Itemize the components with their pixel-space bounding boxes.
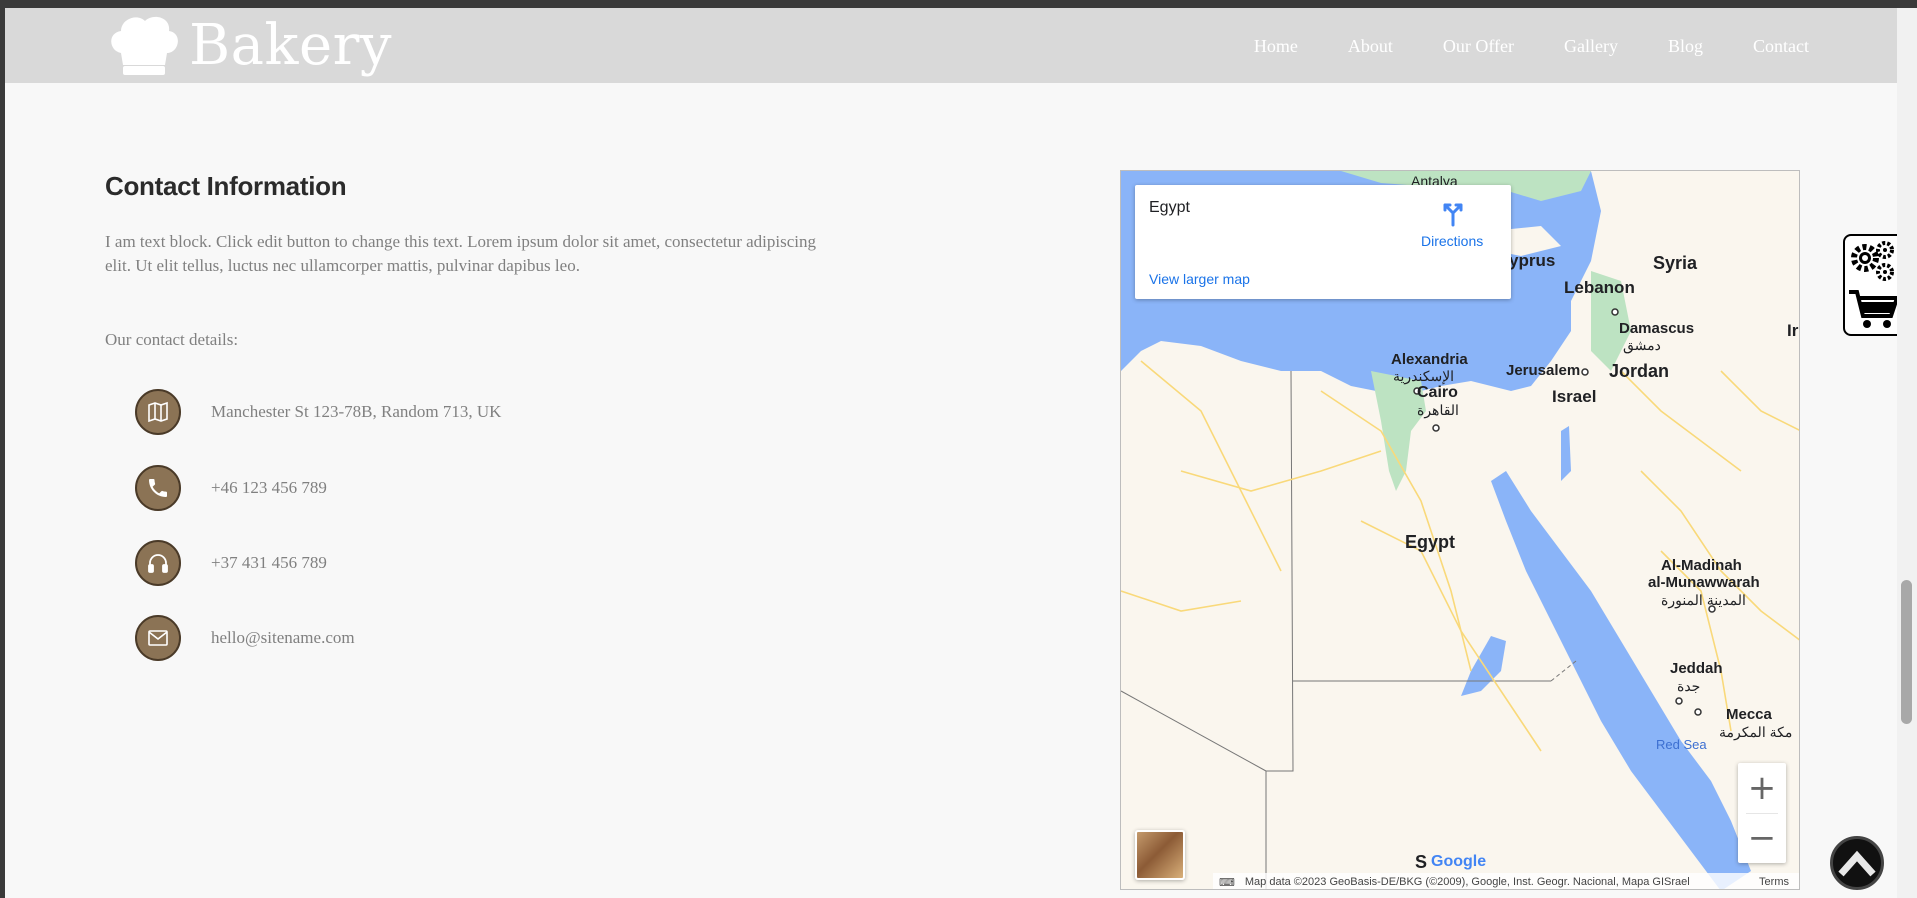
side-widget	[1843, 234, 1899, 336]
phone-icon	[135, 465, 181, 511]
nav-blog[interactable]: Blog	[1668, 36, 1703, 57]
map-label-damascus: Damascus	[1619, 320, 1695, 337]
map-label-egypt: Egypt	[1405, 532, 1456, 552]
contact-support-phone: +37 431 456 789	[211, 553, 327, 572]
contact-address: Manchester St 123-78B, Random 713, UK	[211, 402, 502, 421]
map-attribution: ⌨ Map data ©2023 GeoBasis-DE/BKG (©2009)…	[1213, 873, 1799, 889]
map-label-iraq: Ir	[1787, 321, 1799, 340]
map-icon	[135, 389, 181, 435]
main-nav: Home About Our Offer Gallery Blog Contac…	[1204, 36, 1809, 57]
nav-about[interactable]: About	[1348, 36, 1393, 57]
contact-email-row: hello@sitename.com	[135, 615, 355, 661]
view-larger-map-link[interactable]: View larger map	[1149, 271, 1250, 287]
map-label-jordan: Jordan	[1609, 361, 1670, 381]
keyboard-icon[interactable]: ⌨	[1219, 876, 1235, 889]
scrollbar-thumb[interactable]	[1901, 580, 1912, 724]
map-embed[interactable]: Antalya yprus Syria Lebanon Damascus دمش…	[1120, 170, 1800, 890]
chef-hat-icon	[111, 16, 178, 75]
gears-icon[interactable]	[1847, 238, 1899, 286]
map-label-jeddah: Jeddah	[1670, 660, 1723, 677]
map-attribution-text: Map data ©2023 GeoBasis-DE/BKG (©2009), …	[1244, 876, 1690, 888]
page-scrollbar[interactable]	[1897, 8, 1917, 898]
logo-text: Bakery	[189, 12, 393, 78]
headphones-icon	[135, 540, 181, 586]
logo[interactable]: Bakery	[105, 12, 392, 78]
contact-details-label: Our contact details:	[105, 330, 239, 349]
map-zoom-controls: + −	[1738, 763, 1786, 863]
contact-email[interactable]: hello@sitename.com	[211, 628, 355, 648]
map-label-red-sea: Red Sea	[1656, 737, 1707, 752]
map-label-mecca: Mecca	[1726, 706, 1772, 723]
shopping-cart-icon[interactable]	[1847, 286, 1899, 332]
scroll-to-top-button[interactable]	[1830, 836, 1884, 890]
map-label-mecca-ar: مكة المكرمة	[1719, 724, 1793, 740]
zoom-out-button[interactable]: −	[1738, 813, 1786, 863]
nav-contact[interactable]: Contact	[1753, 36, 1809, 57]
map-terms-link[interactable]: Terms	[1759, 876, 1799, 888]
contact-text: I am text block. Click edit button to ch…	[105, 232, 817, 275]
satellite-toggle-button[interactable]	[1135, 830, 1185, 880]
contact-support-row: +37 431 456 789	[135, 540, 327, 586]
page: Bakery Home About Our Offer Gallery Blog…	[5, 8, 1897, 898]
nav-our-offer[interactable]: Our Offer	[1443, 36, 1514, 57]
map-label-cairo-ar: القاهرة	[1417, 402, 1459, 418]
map-place-name: Egypt	[1149, 199, 1190, 216]
zoom-divider	[1746, 813, 1778, 814]
contact-phone-row: +46 123 456 789	[135, 465, 327, 511]
contact-phone: +46 123 456 789	[211, 478, 327, 497]
google-logo: Google	[1431, 853, 1487, 870]
contact-address-row: Manchester St 123-78B, Random 713, UK	[135, 389, 501, 435]
directions-icon[interactable]	[1439, 199, 1467, 227]
chevron-up-icon	[1838, 850, 1876, 877]
map-label-madinah-ar: المدينة المنورة	[1661, 592, 1746, 608]
map-label-syria: Syria	[1653, 253, 1698, 273]
contact-title: Contact Information	[105, 171, 347, 201]
directions-link[interactable]: Directions	[1421, 233, 1483, 249]
map-label-cyprus: yprus	[1509, 251, 1556, 270]
map-label-al-munawwarah: al-Munawwarah	[1648, 574, 1760, 591]
map-label-alexandria-ar: الإسكندرية	[1393, 368, 1455, 384]
map-label-cairo: Cairo	[1417, 384, 1458, 401]
map-label-lebanon: Lebanon	[1564, 278, 1635, 297]
map-label-sudan: S	[1415, 852, 1428, 872]
map-info-card: Egypt Directions View larger map	[1135, 185, 1511, 299]
map-label-al-madinah: Al-Madinah	[1661, 557, 1742, 574]
map-label-damascus-ar: دمشق	[1623, 337, 1661, 353]
map-label-jerusalem: Jerusalem	[1506, 362, 1581, 379]
map-label-israel: Israel	[1552, 387, 1597, 406]
zoom-in-button[interactable]: +	[1738, 763, 1786, 813]
header-bar: Bakery Home About Our Offer Gallery Blog…	[5, 8, 1897, 83]
map-label-jeddah-ar: جدة	[1677, 678, 1701, 694]
map-label-alexandria: Alexandria	[1391, 351, 1468, 368]
envelope-icon	[135, 615, 181, 661]
nav-home[interactable]: Home	[1254, 36, 1298, 57]
nav-gallery[interactable]: Gallery	[1564, 36, 1618, 57]
